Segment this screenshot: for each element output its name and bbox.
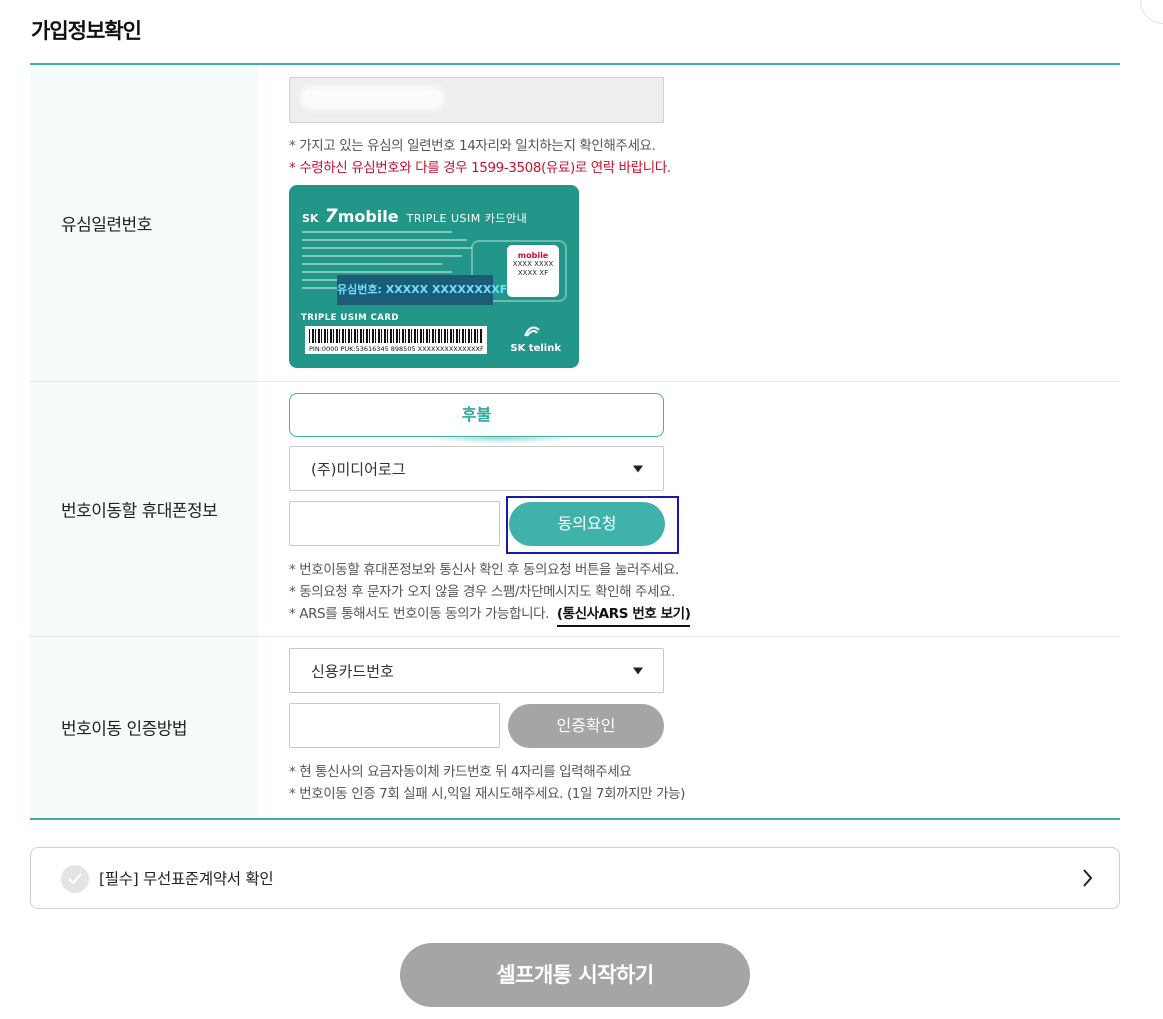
card-brand-seven: 7 [324,205,338,227]
sk-logo-icon [524,326,540,337]
auth-note-1: * 현 통신사의 요금자동이체 카드번호 뒤 4자리를 입력해주세요 [289,764,632,780]
auth-confirm-button[interactable]: 인증확인 [508,704,664,748]
phone-note-2: * 동의요청 후 문자가 오지 않을 경우 스팸/차단메시지도 확인해 주세요. [289,584,675,600]
carrier-select-value: (주)미디어로그 [311,460,406,478]
card-brand-sk: SK [302,212,319,225]
phone-info-label: 번호이동할 휴대폰정보 [61,501,218,522]
sim-number: XXXX XXXX XXXX XF [512,260,554,277]
carrier-ars-link[interactable]: (통신사ARS 번호 보기) [556,606,691,627]
agreement-label: [필수] 무선표준계약서 확인 [99,870,274,888]
auth-method-select[interactable]: 신용카드번호 [289,648,664,693]
chevron-right-icon [1083,869,1093,887]
corner-circle-button[interactable] [1140,0,1163,24]
caret-down-icon [633,465,643,472]
auth-method-select-value: 신용카드번호 [311,662,394,680]
auth-method-label-cell: 번호이동 인증방법 [30,637,258,816]
consent-request-label: 동의요청 [557,514,617,533]
usim-serial-input [289,77,664,123]
usim-note: * 가지고 있는 유심의 일련번호 14자리와 일치하는지 확인해주세요. [289,138,656,154]
check-icon[interactable] [61,865,89,893]
consent-request-button[interactable]: 동의요청 [509,502,665,546]
auth-note-2: * 번호이동 인증 7회 실패 시,익일 재시도해주세요. (1일 7회까지만 … [289,786,685,802]
redacted-value [300,86,445,110]
card-digits-input[interactable] [289,703,500,748]
barcode-bars [309,329,483,343]
card-subtitle: TRIPLE USIM 카드안내 [406,212,528,225]
card-serial: 유심번호: XXXXX XXXXXXXXF [337,275,507,305]
phone-number-input[interactable] [289,501,500,546]
agreement-row[interactable]: [필수] 무선표준계약서 확인 [30,847,1120,909]
carrier-select[interactable]: (주)미디어로그 [289,446,664,491]
phone-note-3: * ARS를 통해서도 번호이동 동의가 가능합니다. (통신사ARS 번호 보… [289,602,691,627]
phone-note-3-text: * ARS를 통해서도 번호이동 동의가 가능합니다. [289,606,550,622]
phone-info-label-cell: 번호이동할 휴대폰정보 [30,382,258,636]
caret-down-icon [633,667,643,674]
usim-serial-label: 유심일련번호 [61,215,152,236]
usim-card-image: SK 7mobile TRIPLE USIM 카드안내 mobile XXXX XX… [289,185,579,368]
page-title: 가입정보확인 [31,19,142,43]
postpaid-toggle[interactable]: 후불 [289,393,664,437]
card-title: SK 7mobile TRIPLE USIM 카드안내 [302,205,527,227]
card-brand-mobile: mobile [337,207,399,226]
usim-serial-label-cell: 유심일련번호 [30,65,258,381]
sim-chip-icon: mobile XXXX XXXX XXXX XF [507,245,559,297]
auth-method-label: 번호이동 인증방법 [61,719,188,739]
card-footer-logo: SK telink [510,343,561,354]
start-self-activation-button[interactable]: 셀프개통 시작하기 [400,943,750,1007]
card-label: TRIPLE USIM CARD [301,313,399,323]
postpaid-toggle-label: 후불 [461,405,492,424]
barcode: PIN:0000 PUK:53616345 898505 XXXXXXXXXXX… [305,326,487,354]
auth-confirm-label: 인증확인 [556,716,616,735]
barcode-text: PIN:0000 PUK:53616345 898505 XXXXXXXXXXX… [309,345,484,353]
phone-note-1: * 번호이동할 휴대폰정보와 통신사 확인 후 동의요청 버튼을 눌러주세요. [289,562,679,578]
sim-brand: mobile [517,251,549,260]
usim-warning-note: * 수령하신 유심번호와 다를 경우 1599-3508(유료)로 연락 바랍니… [289,160,671,176]
